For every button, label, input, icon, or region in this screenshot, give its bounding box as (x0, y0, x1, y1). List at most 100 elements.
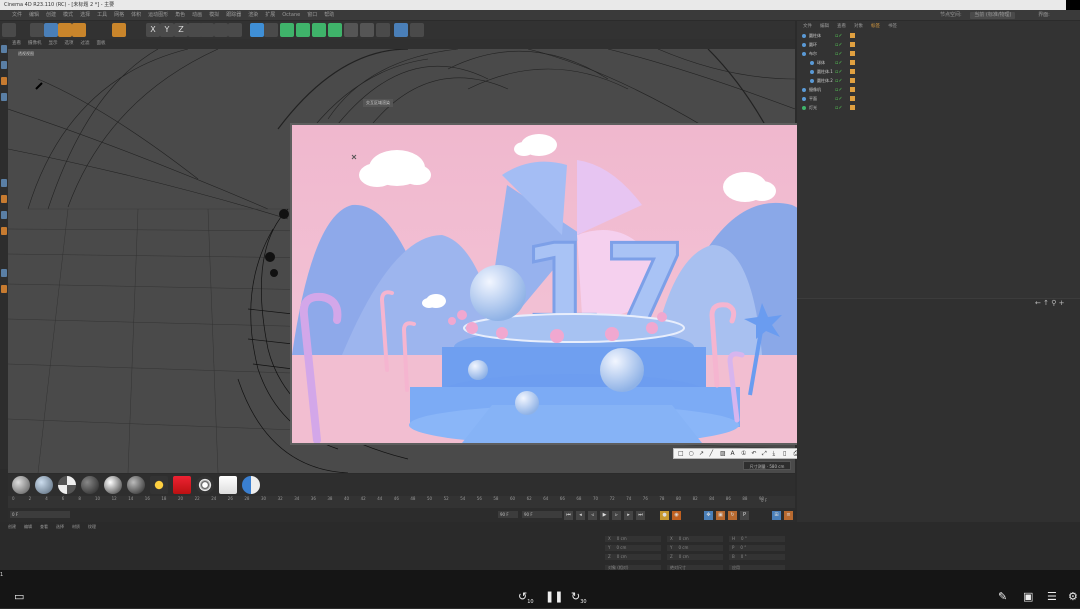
forward-button[interactable]: ↻30 (571, 590, 587, 609)
cube-icon[interactable] (250, 23, 264, 37)
visibility-check-icon[interactable]: ▫✓ (835, 95, 843, 103)
material-swatch[interactable] (173, 476, 191, 494)
key-move-icon[interactable]: ✥ (704, 511, 713, 520)
next-key-button[interactable]: ▸ (624, 511, 633, 520)
light-icon[interactable] (360, 23, 374, 37)
material-tab[interactable]: 选择 (56, 524, 64, 529)
material-swatch[interactable] (219, 476, 237, 494)
menu-item[interactable]: 跟踪器 (226, 10, 241, 20)
tag-icon[interactable] (850, 60, 855, 65)
environment-icon[interactable] (328, 23, 342, 37)
lock-icon[interactable]: ⚲ (1051, 299, 1056, 307)
record-keys-button[interactable]: ● (660, 511, 669, 520)
menu-item[interactable]: 工具 (97, 10, 107, 20)
object-row[interactable]: 圆柱体 (802, 32, 821, 40)
material-tab[interactable]: 编辑 (24, 524, 32, 529)
coord-field[interactable]: X 0 cm (667, 536, 723, 542)
menu-item[interactable]: 运动图形 (148, 10, 168, 20)
back-arrow-icon[interactable]: ← (1035, 299, 1041, 307)
scale-icon[interactable] (58, 23, 72, 37)
object-row[interactable]: 圆环 (802, 41, 817, 49)
play-button[interactable]: ▶ (600, 511, 609, 520)
snip-tool-8[interactable]: ⤢ (762, 450, 767, 458)
preview-end-field[interactable]: 90 F (498, 511, 518, 518)
snip-tool-2[interactable]: ↗ (699, 450, 704, 458)
menu-item[interactable]: 帮助 (324, 10, 334, 20)
screen-icon[interactable]: ▣ (1023, 590, 1033, 604)
menu-item[interactable]: 动画 (192, 10, 202, 20)
coord-field[interactable]: Y 0 cm (605, 545, 661, 551)
material-tab[interactable]: 创建 (8, 524, 16, 529)
settings-icon[interactable]: ⚙ (1068, 590, 1078, 604)
snip-tool-6[interactable]: ① (741, 450, 746, 458)
material-tab[interactable]: 材质 (72, 524, 80, 529)
subdivision-icon[interactable] (280, 23, 294, 37)
mode-icon[interactable] (1, 45, 7, 53)
mode-icon[interactable] (1, 77, 7, 85)
material-tab[interactable]: 纹理 (88, 524, 96, 529)
object-manager-tab[interactable]: 查看 (837, 24, 846, 29)
pause-button[interactable]: ❚❚ (545, 590, 563, 604)
cloner-icon[interactable] (296, 23, 310, 37)
prev-frame-button[interactable]: ◃ (588, 511, 597, 520)
object-row[interactable]: 摄像机 (802, 86, 821, 94)
first-frame-button[interactable]: ⏮ (564, 511, 573, 520)
last-frame-button[interactable]: ⏭ (636, 511, 645, 520)
menu-item[interactable]: 窗口 (307, 10, 317, 20)
viewport-menu-item[interactable]: 摄像机 (28, 41, 42, 46)
material-swatch[interactable] (58, 476, 76, 494)
coord-field[interactable]: H 0 ° (729, 536, 785, 542)
add-icon[interactable] (112, 23, 126, 37)
menu-item[interactable]: Octane (282, 10, 300, 20)
mode-icon[interactable] (1, 61, 7, 69)
pen-icon[interactable]: ✎ (998, 590, 1007, 604)
menu-item[interactable]: 文件 (12, 10, 22, 20)
move-icon[interactable] (44, 23, 58, 37)
viewport-menu-item[interactable]: 显示 (49, 41, 58, 46)
mode-icon[interactable] (1, 179, 7, 187)
danmaku-icon[interactable]: ☰ (1047, 590, 1057, 604)
snip-tool-1[interactable]: ○ (689, 450, 694, 458)
object-row[interactable]: 圆柱体.1 (802, 68, 833, 76)
select-icon[interactable] (30, 23, 44, 37)
add-icon[interactable]: + (1059, 299, 1065, 307)
camera-icon[interactable] (344, 23, 358, 37)
material-swatch[interactable] (12, 476, 30, 494)
snip-tool-5[interactable]: A (731, 450, 735, 458)
menu-item[interactable]: 扩展 (265, 10, 275, 20)
coord-field[interactable]: Z 0 cm (667, 554, 723, 560)
timeline-ruler[interactable]: 0 2 4 6 8 10 12 14 16 18 20 22 24 26 28 30 32 34 36 38 40 42 4… (8, 496, 795, 508)
subtitle-icon[interactable]: ▭ (14, 590, 24, 604)
snip-tool-7[interactable]: ↶ (752, 450, 757, 458)
schematic-icon[interactable]: ⊞ (772, 511, 781, 520)
timeline-menu-icon[interactable]: ≡ (784, 511, 793, 520)
visibility-check-icon[interactable]: ▫✓ (835, 77, 843, 85)
key-rotate-icon[interactable]: ↻ (728, 511, 737, 520)
menu-item[interactable]: 模式 (63, 10, 73, 20)
octane-icon[interactable] (394, 23, 408, 37)
visibility-check-icon[interactable]: ▫✓ (835, 41, 843, 49)
undo-icon[interactable] (2, 23, 16, 37)
mode-icon[interactable] (1, 269, 7, 277)
menu-item[interactable]: 体积 (131, 10, 141, 20)
coord-field[interactable]: P 0 ° (729, 545, 785, 551)
material-swatch[interactable] (242, 476, 260, 494)
coord-field[interactable]: Z 0 cm (605, 554, 661, 560)
material-swatch[interactable] (196, 476, 214, 494)
visibility-check-icon[interactable]: ▫✓ (835, 59, 843, 67)
bulb-icon[interactable] (410, 23, 424, 37)
mode-icon[interactable] (1, 211, 7, 219)
menu-item[interactable]: 创建 (46, 10, 56, 20)
mode-icon[interactable] (1, 195, 7, 203)
material-swatch[interactable] (104, 476, 122, 494)
tag-icon[interactable] (850, 105, 855, 110)
x-axis-icon[interactable]: X (146, 23, 160, 37)
object-manager-tab[interactable]: 对象 (854, 24, 863, 29)
tag-icon[interactable] (850, 96, 855, 101)
coord-field[interactable]: X 0 cm (605, 536, 661, 542)
deformer-icon[interactable] (312, 23, 326, 37)
auto-key-button[interactable]: ◉ (672, 511, 681, 520)
object-manager-tab[interactable]: 书签 (888, 24, 897, 29)
tag-icon[interactable] (850, 78, 855, 83)
render-icon[interactable] (214, 23, 228, 37)
